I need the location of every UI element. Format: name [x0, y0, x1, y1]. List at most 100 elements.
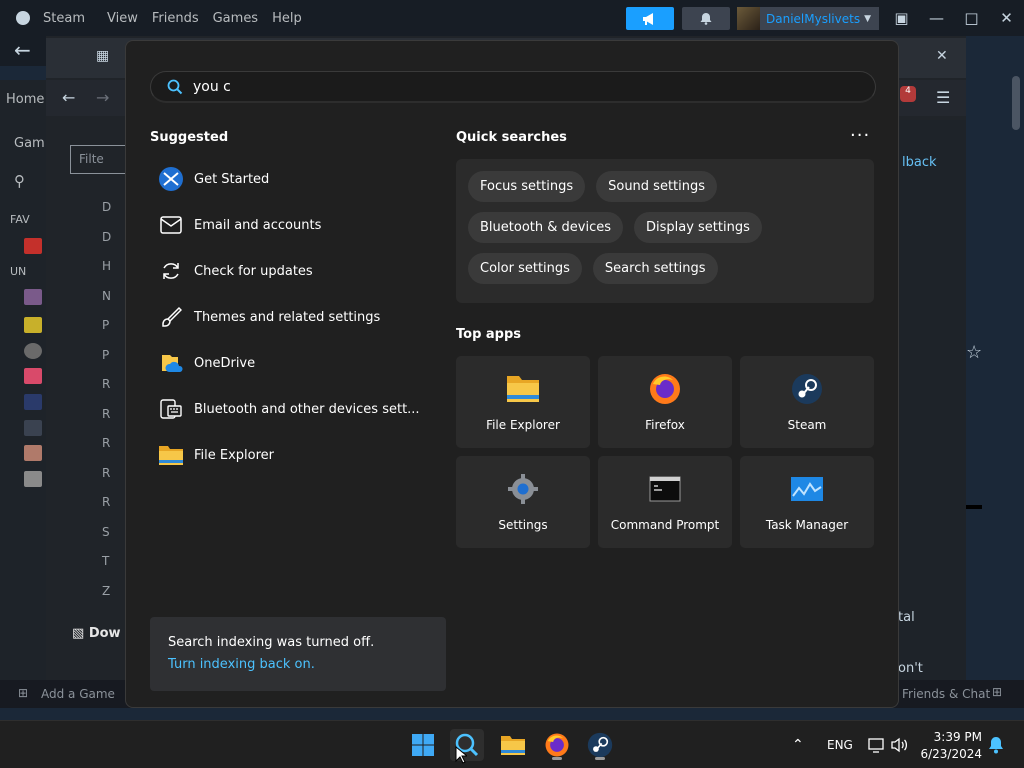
game-icon[interactable]	[24, 445, 42, 461]
suggestion-bluetooth-devices[interactable]: Bluetooth and other devices sett...	[150, 386, 420, 432]
home-tab[interactable]: Home	[6, 92, 44, 107]
turn-indexing-on-link[interactable]: Turn indexing back on.	[168, 657, 428, 672]
list-item[interactable]: S	[102, 525, 126, 555]
steam-logo-icon[interactable]	[16, 11, 30, 25]
chat-icon[interactable]: ⊞	[992, 685, 1002, 699]
language-indicator[interactable]: ENG	[827, 721, 853, 768]
file-explorer-icon	[506, 372, 540, 406]
close-button[interactable]: ✕	[989, 9, 1024, 27]
taskbar-steam[interactable]	[583, 729, 617, 761]
downloads-label: Dow	[88, 626, 121, 641]
add-game-button[interactable]: Add a Game	[41, 687, 115, 701]
suggestion-email-accounts[interactable]: Email and accounts	[150, 202, 420, 248]
list-item[interactable]: N	[102, 289, 126, 319]
list-item[interactable]: R	[102, 436, 126, 466]
app-steam[interactable]: Steam	[740, 356, 874, 448]
show-hidden-icons[interactable]: ⌃	[792, 721, 804, 768]
running-indicator	[595, 757, 605, 760]
scrollbar[interactable]	[1012, 76, 1020, 130]
indexing-message: Search indexing was turned off.	[168, 635, 375, 650]
steam-menu-friends[interactable]: Friends	[145, 11, 206, 26]
list-item[interactable]: R	[102, 407, 126, 437]
list-item[interactable]: H	[102, 259, 126, 289]
steam-menu-steam[interactable]: Steam	[36, 11, 92, 26]
taskbar-file-explorer[interactable]	[496, 729, 530, 761]
back-arrow-icon[interactable]: ←	[14, 38, 31, 62]
list-item[interactable]: Z	[102, 584, 126, 614]
game-icon[interactable]	[24, 368, 42, 384]
list-item[interactable]: D	[102, 200, 126, 230]
firefox-icon	[648, 372, 682, 406]
minimize-button[interactable]: —	[919, 9, 954, 27]
announcement-button[interactable]	[626, 7, 674, 30]
chip-display-settings[interactable]: Display settings	[633, 212, 762, 243]
star-icon[interactable]: ☆	[966, 342, 982, 363]
suggestion-check-updates[interactable]: Check for updates	[150, 248, 420, 294]
feedback-link-peek[interactable]: lback	[902, 155, 937, 170]
add-icon[interactable]: ⊞	[18, 686, 28, 700]
notification-center-button[interactable]	[988, 721, 1004, 768]
mouse-cursor-icon	[455, 746, 467, 764]
hamburger-icon[interactable]: ☰	[936, 88, 950, 107]
chip-sound-settings[interactable]: Sound settings	[596, 171, 718, 202]
app-task-manager[interactable]: Task Manager	[740, 456, 874, 548]
list-item[interactable]: R	[102, 495, 126, 525]
notifications-button[interactable]	[682, 7, 730, 30]
app-file-explorer[interactable]: File Explorer	[456, 356, 590, 448]
app-settings[interactable]: Settings	[456, 456, 590, 548]
suggestion-onedrive[interactable]: OneDrive	[150, 340, 420, 386]
friends-chat-button[interactable]: Friends & Chat	[902, 687, 990, 701]
steam-menu-help[interactable]: Help	[265, 11, 309, 26]
clock[interactable]: 3:39 PM 6/23/2024	[920, 729, 982, 763]
chip-focus-settings[interactable]: Focus settings	[468, 171, 586, 202]
game-icon[interactable]	[24, 317, 42, 333]
more-options-icon[interactable]: ···	[850, 125, 870, 146]
close-icon[interactable]: ✕	[936, 48, 948, 64]
search-input[interactable]	[193, 78, 793, 95]
user-account-menu[interactable]: DanielMyslivets ▼	[737, 7, 879, 30]
archive-icon[interactable]: ▦	[96, 48, 109, 64]
search-box[interactable]	[150, 71, 876, 103]
network-volume-tray[interactable]	[868, 721, 910, 768]
game-icon[interactable]	[24, 343, 42, 359]
list-item[interactable]: R	[102, 377, 126, 407]
download-icon: ▧	[72, 626, 89, 641]
uncategorized-header[interactable]: UN	[10, 265, 26, 278]
games-tab[interactable]: Gam	[14, 136, 45, 151]
game-icon[interactable]	[24, 394, 42, 410]
taskbar-firefox[interactable]	[540, 729, 574, 761]
forward-arrow-icon[interactable]: →	[96, 88, 109, 107]
start-button[interactable]	[406, 729, 440, 761]
downloads-button[interactable]: ▧ Dow	[72, 626, 128, 656]
suggestion-label: Themes and related settings	[194, 309, 381, 325]
list-item[interactable]: R	[102, 466, 126, 496]
chip-color-settings[interactable]: Color settings	[468, 253, 582, 284]
search-icon	[167, 79, 183, 94]
app-command-prompt[interactable]: Command Prompt	[598, 456, 732, 548]
app-label: Command Prompt	[610, 518, 720, 532]
list-item[interactable]: P	[102, 318, 126, 348]
maximize-button[interactable]: □	[954, 9, 989, 27]
steam-menu-view[interactable]: View	[100, 11, 145, 26]
search-icon[interactable]: ⚲	[14, 172, 25, 190]
list-item[interactable]: T	[102, 554, 126, 584]
steam-menu-games[interactable]: Games	[206, 11, 265, 26]
progress-bar-peek	[966, 505, 982, 509]
list-item[interactable]: P	[102, 348, 126, 378]
game-icon[interactable]	[24, 289, 42, 305]
chip-bluetooth-devices[interactable]: Bluetooth & devices	[468, 212, 623, 243]
suggestion-file-explorer[interactable]: File Explorer	[150, 432, 420, 478]
chip-search-settings[interactable]: Search settings	[592, 253, 718, 284]
filter-input[interactable]: Filte	[70, 145, 126, 174]
suggestion-themes[interactable]: Themes and related settings	[150, 294, 420, 340]
game-icon[interactable]	[24, 420, 42, 436]
get-started-icon	[158, 166, 184, 192]
game-icon[interactable]	[24, 238, 42, 254]
app-firefox[interactable]: Firefox	[598, 356, 732, 448]
suggestion-get-started[interactable]: Get Started	[150, 156, 420, 202]
favorites-header[interactable]: FAV	[10, 213, 30, 226]
back-arrow-icon[interactable]: ←	[62, 88, 75, 107]
list-item[interactable]: D	[102, 230, 126, 260]
big-picture-icon[interactable]: ▣	[884, 9, 919, 27]
game-icon[interactable]	[24, 471, 42, 487]
